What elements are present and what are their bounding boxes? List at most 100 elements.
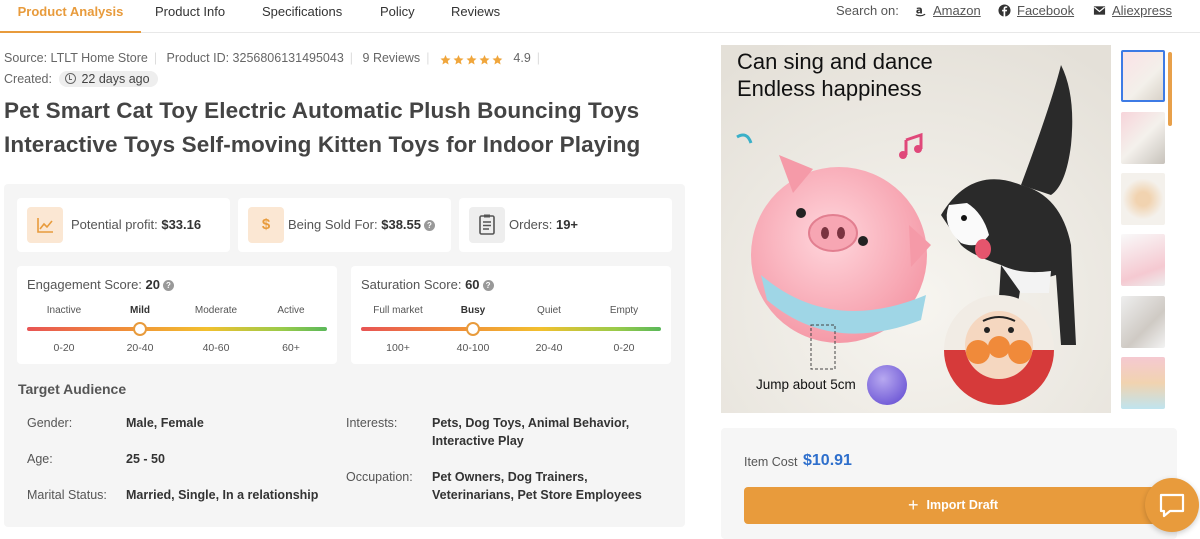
engagement-score: Engagement Score: 20? — [27, 277, 174, 292]
top-nav: Product Analysis Product Info Specificat… — [0, 0, 1200, 33]
tab-product-info[interactable]: Product Info — [155, 0, 225, 33]
marital-status-label: Marital Status: — [27, 488, 107, 502]
engagement-bar — [27, 327, 327, 331]
orders-card: Orders: 19+ — [459, 198, 672, 252]
product-title: Pet Smart Cat Toy Electric Automatic Plu… — [4, 98, 641, 157]
created-badge: 22 days ago — [59, 71, 158, 87]
facebook-link-label: Facebook — [1017, 3, 1075, 18]
engagement-indicator — [133, 322, 147, 336]
created-row: Created: 22 days ago — [4, 71, 158, 87]
saturation-level: Empty — [609, 305, 639, 316]
engagement-level: Active — [277, 305, 305, 316]
age-value: 25 - 50 — [126, 452, 165, 466]
engagement-range: 60+ — [282, 342, 300, 354]
engagement-value: 20 — [145, 277, 160, 292]
engagement-label: Engagement Score: — [27, 277, 142, 292]
image-caption-bottom: Jump about 5cm — [756, 377, 856, 392]
tab-policy[interactable]: Policy — [380, 0, 415, 33]
thumbnail[interactable] — [1121, 112, 1165, 164]
potential-profit-card: Potential profit: $33.16 — [17, 198, 230, 252]
target-audience-heading: Target Audience — [18, 381, 127, 397]
facebook-link[interactable]: Facebook — [998, 3, 1074, 18]
interests-label: Interests: — [346, 416, 398, 430]
import-draft-button[interactable]: + Import Draft — [744, 487, 1162, 524]
analysis-panel: Potential profit: $33.16 $ Being Sold Fo… — [4, 184, 685, 527]
clipboard-icon — [469, 207, 505, 243]
occupation-label: Occupation: — [346, 470, 413, 484]
orders: Orders: 19+ — [509, 217, 578, 232]
rating-stars — [439, 52, 504, 66]
clock-icon — [65, 73, 77, 84]
amazon-link-label: Amazon — [933, 3, 981, 18]
image-caption-line2: Endless happiness — [737, 76, 922, 101]
thumbnail[interactable] — [1121, 296, 1165, 348]
star-icon — [479, 54, 490, 65]
saturation-level: Busy — [460, 305, 486, 316]
orders-value: 19+ — [555, 217, 579, 232]
aliexpress-link[interactable]: Aliexpress — [1093, 3, 1172, 18]
being-sold-for: Being Sold For: $38.55? — [288, 217, 435, 232]
aliexpress-link-label: Aliexpress — [1112, 3, 1172, 18]
occupation-value-line1: Pet Owners, Dog Trainers, — [432, 470, 588, 484]
tab-specifications[interactable]: Specifications — [262, 0, 342, 33]
item-cost-label: Item Cost — [744, 455, 798, 469]
help-icon[interactable]: ? — [424, 220, 435, 231]
saturation-score: Saturation Score: 60? — [361, 277, 494, 292]
saturation-level: Full market — [373, 305, 423, 316]
created-label: Created: — [4, 72, 52, 86]
product-id: Product ID: 3256806131495043 — [166, 51, 344, 65]
product-main-image[interactable]: Can sing and dance Endless happiness Jump… — [721, 45, 1111, 413]
facebook-icon — [998, 4, 1011, 17]
source-store: Source: LTLT Home Store — [4, 51, 148, 65]
tab-product-analysis[interactable]: Product Analysis — [0, 0, 141, 33]
import-draft-label: Import Draft — [926, 498, 999, 512]
thumbnail[interactable] — [1121, 173, 1165, 225]
thumbnail[interactable] — [1121, 234, 1165, 286]
image-caption: Can sing and dance Endless happiness — [737, 48, 933, 102]
reviews-count[interactable]: 9 Reviews — [363, 51, 421, 65]
marital-status-value: Married, Single, In a relationship — [126, 488, 319, 502]
engagement-level: Inactive — [46, 305, 82, 316]
plus-icon: + — [907, 495, 919, 515]
chat-icon — [1159, 493, 1185, 518]
help-icon[interactable]: ? — [163, 280, 174, 291]
dollar-icon: $ — [248, 207, 284, 243]
gender-value: Male, Female — [126, 416, 204, 430]
profit-label: Potential profit: — [71, 217, 158, 232]
search-on-label: Search on: — [836, 3, 899, 18]
saturation-range: 100+ — [386, 342, 410, 354]
chart-icon — [27, 207, 63, 243]
chat-button[interactable] — [1145, 478, 1199, 532]
created-value: 22 days ago — [81, 72, 150, 86]
engagement-level: Mild — [130, 305, 150, 316]
mail-icon — [1093, 6, 1106, 15]
product-meta: Source: LTLT Home Store | Product ID: 325… — [4, 51, 541, 66]
sold-label: Being Sold For: — [288, 217, 378, 232]
age-label: Age: — [27, 452, 53, 466]
saturation-range: 40-100 — [456, 342, 490, 354]
saturation-range: 0-20 — [613, 342, 635, 354]
gender-label: Gender: — [27, 416, 73, 430]
saturation-level: Quiet — [537, 305, 561, 316]
saturation-indicator — [466, 322, 480, 336]
thumbnail-scrollbar[interactable] — [1168, 52, 1172, 126]
occupation-value-line2: Veterinarians, Pet Store Employees — [432, 488, 642, 502]
tab-reviews[interactable]: Reviews — [451, 0, 500, 33]
engagement-range: 0-20 — [53, 342, 75, 354]
amazon-link[interactable]: a Amazon — [914, 3, 981, 18]
saturation-bar — [361, 327, 661, 331]
saturation-value: 60 — [465, 277, 480, 292]
thumbnail[interactable] — [1121, 357, 1165, 409]
amazon-icon: a — [915, 5, 926, 17]
being-sold-for-card: $ Being Sold For: $38.55? — [238, 198, 451, 252]
saturation-label: Saturation Score: — [361, 277, 462, 292]
interests-value-line2: Interactive Play — [432, 434, 524, 448]
star-icon — [466, 54, 477, 65]
buy-box: Item Cost $10.91 + Import Draft — [721, 428, 1177, 539]
engagement-range: 40-60 — [202, 342, 230, 354]
help-icon[interactable]: ? — [482, 280, 494, 291]
thumbnail[interactable] — [1121, 50, 1165, 102]
star-icon — [492, 54, 503, 65]
image-caption-line1: Can sing and dance — [737, 49, 933, 74]
orders-label: Orders: — [509, 217, 553, 232]
